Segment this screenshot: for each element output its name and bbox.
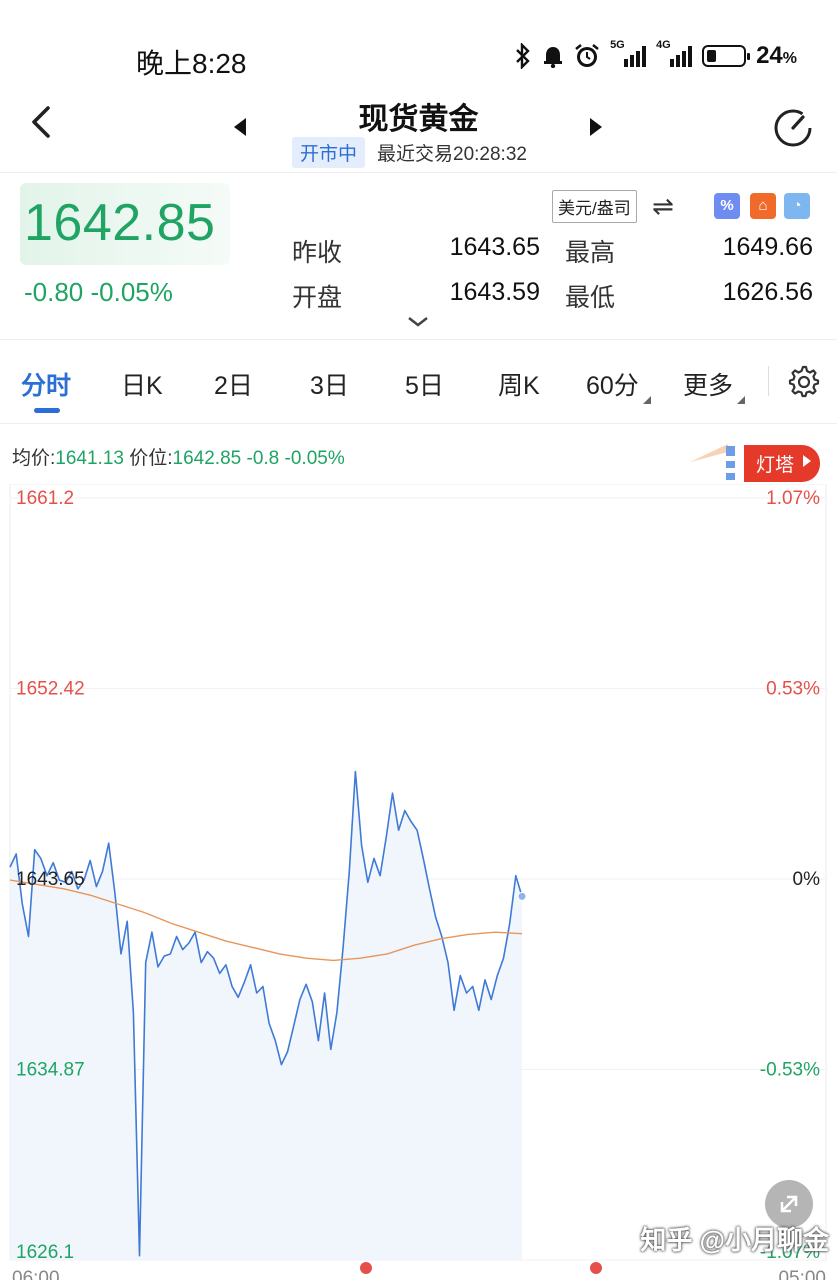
dropdown-corner-icon [642,396,651,404]
x-tick: 06:00 [12,1268,60,1280]
signal-5g-icon: 5G [610,39,647,67]
y-tick-left: 1626.1 [16,1242,74,1263]
nav-header: 现货黄金 开市中 最近交易20:28:32 [0,88,837,172]
last-price-dot [517,891,527,901]
current-price: 1642.85 [24,194,216,252]
battery-icon [702,45,751,67]
prev-close-label: 昨收 [292,239,343,267]
chart-info-line: 均价:1641.13 价位:1642.85 -0.8 -0.05% [12,448,345,469]
y-tick-left: 1643.65 [16,869,85,890]
pie-tool-icon[interactable]: ◔ [784,193,810,219]
lighthouse-beam-icon [690,444,735,480]
event-marker [590,1262,602,1274]
y-tick-right: 1.07% [766,488,820,509]
tab-60min[interactable]: 60分 [586,366,651,404]
price-change: -0.80 -0.05% [24,277,173,307]
high-label: 最高 [565,239,616,267]
tab-intraday[interactable]: 分时 [21,366,71,402]
market-state-badge: 开市中 [292,137,366,168]
lighthouse-button[interactable]: 灯塔 [688,438,828,484]
tab-more[interactable]: 更多 [683,366,746,404]
y-tick-left: 1661.2 [16,488,74,509]
price-area [10,771,522,1260]
prev-close-value: 1643.65 [449,233,540,261]
percent-tool-icon[interactable]: % [714,193,740,219]
y-tick-right: 0.53% [766,679,820,700]
page-title: 现货黄金 [358,103,479,136]
tab-5day[interactable]: 5日 [405,366,444,402]
gear-icon[interactable] [786,364,820,398]
lighthouse-label: 灯塔 [743,445,820,482]
unit-toggle[interactable]: 美元/盎司 [552,190,637,223]
event-marker [360,1262,372,1274]
x-tick: 05:00 [778,1268,826,1280]
status-bar: 晚上8:28 5G 4G 24% [0,0,837,88]
intraday-chart[interactable]: 1661.2 1652.42 1643.65 1634.87 1626.1 1.07% 0.… [0,484,837,1280]
tab-daily-k[interactable]: 日K [121,366,163,402]
refresh-timer-icon[interactable] [771,106,815,150]
swap-icon[interactable]: ⇌ [652,191,674,222]
y-tick-left: 1634.87 [16,1060,85,1081]
watermark: 知乎 @小月聊金 [640,1225,829,1255]
period-tabs: 分时 日K 2日 3日 5日 周K 60分 更多 [0,340,837,424]
status-icons: 5G 4G 24% [514,39,797,70]
open-value: 1643.59 [449,278,540,306]
lighthouse-tool-icon[interactable]: ⌂ [750,193,776,219]
next-instrument-arrow[interactable] [590,118,602,136]
tab-weekly-k[interactable]: 周K [498,366,540,402]
market-status: 开市中 最近交易20:28:32 [292,137,527,168]
signal-4g-icon: 4G [656,39,693,67]
battery-percent: 24% [756,42,797,69]
active-tab-indicator [34,408,60,413]
alarm-icon [575,44,599,67]
clock: 晚上8:28 [136,48,247,79]
high-value: 1649.66 [722,233,813,261]
low-label: 最低 [565,284,616,312]
tab-2day[interactable]: 2日 [214,366,253,402]
divider [768,366,769,396]
y-tick-right: 0% [793,869,821,890]
y-tick-right: -0.53% [760,1060,820,1081]
bell-icon [544,47,563,68]
expand-chevron-icon[interactable] [406,315,430,329]
tab-3day[interactable]: 3日 [310,366,349,402]
dropdown-corner-icon [737,396,746,404]
quote-panel: 1642.85 -0.80 -0.05% 美元/盎司 ⇌ % ⌂ ◔ 昨收 16… [0,172,837,340]
open-label: 开盘 [292,284,343,312]
y-tick-left: 1652.42 [16,679,85,700]
low-value: 1626.56 [722,278,813,306]
last-trade-time: 最近交易20:28:32 [377,144,527,165]
bluetooth-icon [516,43,530,69]
